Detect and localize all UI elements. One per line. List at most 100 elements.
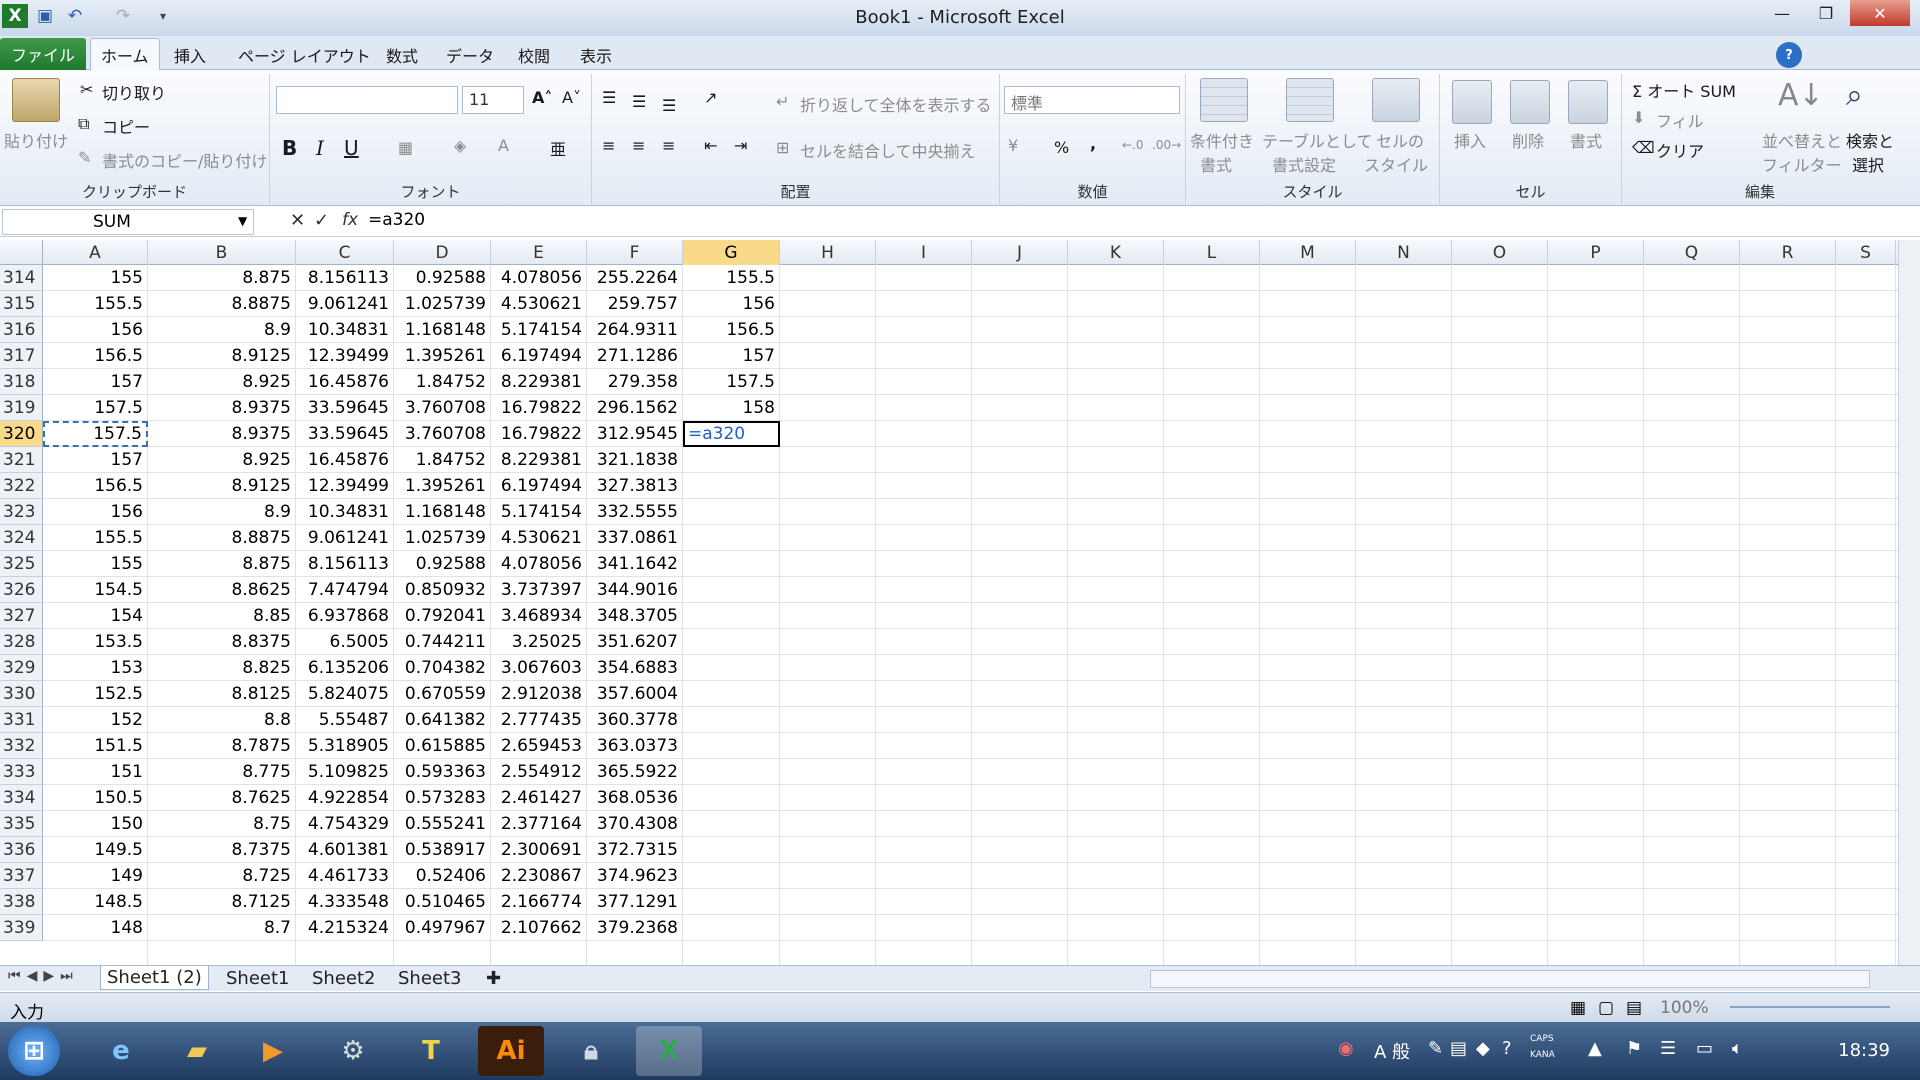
cell-d321[interactable]: 1.84752: [394, 447, 491, 473]
merge-icon[interactable]: ⊞: [776, 138, 789, 157]
maximize-icon[interactable]: ❐: [1804, 0, 1848, 26]
cell-c331[interactable]: 5.55487: [296, 707, 394, 733]
cell-g327[interactable]: [683, 603, 780, 629]
cell-g335[interactable]: [683, 811, 780, 837]
name-box[interactable]: SUM: [2, 209, 254, 235]
row-header[interactable]: 322: [0, 473, 43, 499]
paste-button[interactable]: 貼り付け: [4, 128, 68, 152]
cell-b336[interactable]: 8.7375: [148, 837, 296, 863]
row-header[interactable]: 318: [0, 369, 43, 395]
row-header[interactable]: 329: [0, 655, 43, 681]
cell-g314[interactable]: 155.5: [683, 265, 780, 291]
column-header-j[interactable]: J: [972, 240, 1068, 265]
row-header[interactable]: 338: [0, 889, 43, 915]
cell-f333[interactable]: 365.5922: [587, 759, 683, 785]
cell-e317[interactable]: 6.197494: [491, 343, 587, 369]
find-select-icon[interactable]: ⌕: [1846, 78, 1863, 113]
row-header[interactable]: 315: [0, 291, 43, 317]
cut-icon[interactable]: ✂: [80, 80, 93, 99]
cell-g322[interactable]: [683, 473, 780, 499]
security-app-icon[interactable]: 🔒︎: [558, 1026, 624, 1076]
cell-styles-icon[interactable]: [1372, 78, 1420, 122]
cell-f324[interactable]: 337.0861: [587, 525, 683, 551]
cell-a327[interactable]: 154: [43, 603, 148, 629]
cell-c314[interactable]: 8.156113: [296, 265, 394, 291]
currency-icon[interactable]: ¥: [1008, 136, 1018, 155]
cell-b315[interactable]: 8.8875: [148, 291, 296, 317]
ime-pad-icon[interactable]: ◆: [1476, 1038, 1490, 1059]
delete-cells-icon[interactable]: [1510, 80, 1550, 124]
cell-a321[interactable]: 157: [43, 447, 148, 473]
cell-a329[interactable]: 153: [43, 655, 148, 681]
row-header[interactable]: 324: [0, 525, 43, 551]
cell-b328[interactable]: 8.8375: [148, 629, 296, 655]
row-header[interactable]: 316: [0, 317, 43, 343]
view-page-layout-icon[interactable]: ▢: [1598, 998, 1614, 1018]
cell-g317[interactable]: 157: [683, 343, 780, 369]
copy-button[interactable]: コピー: [102, 114, 150, 138]
cell-a337[interactable]: 149: [43, 863, 148, 889]
row-header[interactable]: 325: [0, 551, 43, 577]
format-painter-icon[interactable]: ✎: [78, 148, 91, 167]
cell-g339[interactable]: [683, 915, 780, 941]
cell-f335[interactable]: 370.4308: [587, 811, 683, 837]
cell-c339[interactable]: 4.215324: [296, 915, 394, 941]
cell-e323[interactable]: 5.174154: [491, 499, 587, 525]
row-header[interactable]: 335: [0, 811, 43, 837]
insert-cells-button[interactable]: 挿入: [1454, 128, 1486, 152]
format-as-table-label-2[interactable]: 書式設定: [1272, 152, 1336, 176]
cell-g337[interactable]: [683, 863, 780, 889]
cell-f319[interactable]: 296.1562: [587, 395, 683, 421]
cell-e332[interactable]: 2.659453: [491, 733, 587, 759]
fill-icon[interactable]: ⬇: [1632, 108, 1645, 127]
cell-f331[interactable]: 360.3778: [587, 707, 683, 733]
cell-f334[interactable]: 368.0536: [587, 785, 683, 811]
cell-d328[interactable]: 0.744211: [394, 629, 491, 655]
cell-g331[interactable]: [683, 707, 780, 733]
font-size-combo[interactable]: 11: [462, 86, 524, 114]
cell-c318[interactable]: 16.45876: [296, 369, 394, 395]
cell-b326[interactable]: 8.8625: [148, 577, 296, 603]
cell-d336[interactable]: 0.538917: [394, 837, 491, 863]
start-icon[interactable]: ⊞: [8, 1026, 60, 1076]
cell-e321[interactable]: 8.229381: [491, 447, 587, 473]
cell-d326[interactable]: 0.850932: [394, 577, 491, 603]
cell-c322[interactable]: 12.39499: [296, 473, 394, 499]
network-app-icon[interactable]: ⚙: [320, 1026, 386, 1076]
action-center-icon[interactable]: ⚑: [1626, 1038, 1642, 1059]
cell-d316[interactable]: 1.168148: [394, 317, 491, 343]
sort-filter-label-1[interactable]: 並べ替えと: [1762, 128, 1842, 152]
cell-c333[interactable]: 5.109825: [296, 759, 394, 785]
cell-g332[interactable]: [683, 733, 780, 759]
tab-insert[interactable]: 挿入: [164, 40, 216, 70]
cell-c323[interactable]: 10.34831: [296, 499, 394, 525]
view-page-break-icon[interactable]: ▤: [1626, 998, 1642, 1018]
cell-f321[interactable]: 321.1838: [587, 447, 683, 473]
cell-e339[interactable]: 2.107662: [491, 915, 587, 941]
increase-decimal-icon[interactable]: ←.0: [1122, 138, 1144, 152]
cell-g324[interactable]: [683, 525, 780, 551]
cell-b335[interactable]: 8.75: [148, 811, 296, 837]
cell-e326[interactable]: 3.737397: [491, 577, 587, 603]
cell-c315[interactable]: 9.061241: [296, 291, 394, 317]
tab-formulas[interactable]: 数式: [376, 40, 428, 70]
wrap-text-button[interactable]: 折り返して全体を表示する: [800, 92, 992, 116]
row-header[interactable]: 334: [0, 785, 43, 811]
conditional-formatting-icon[interactable]: [1200, 78, 1248, 122]
sheet-tab-sheet3[interactable]: Sheet3: [392, 966, 468, 990]
find-select-label-2[interactable]: 選択: [1852, 152, 1884, 176]
cell-c317[interactable]: 12.39499: [296, 343, 394, 369]
cell-d325[interactable]: 0.92588: [394, 551, 491, 577]
paste-icon[interactable]: [12, 78, 60, 122]
cell-a325[interactable]: 155: [43, 551, 148, 577]
cell-e322[interactable]: 6.197494: [491, 473, 587, 499]
fill-button[interactable]: フィル: [1656, 108, 1704, 132]
cell-d318[interactable]: 1.84752: [394, 369, 491, 395]
wrap-text-icon[interactable]: ↵: [776, 92, 789, 111]
clear-button[interactable]: クリア: [1656, 138, 1704, 162]
cell-f317[interactable]: 271.1286: [587, 343, 683, 369]
cell-d338[interactable]: 0.510465: [394, 889, 491, 915]
cell-f337[interactable]: 374.9623: [587, 863, 683, 889]
power-icon[interactable]: ☰: [1660, 1038, 1676, 1059]
cell-f339[interactable]: 379.2368: [587, 915, 683, 941]
